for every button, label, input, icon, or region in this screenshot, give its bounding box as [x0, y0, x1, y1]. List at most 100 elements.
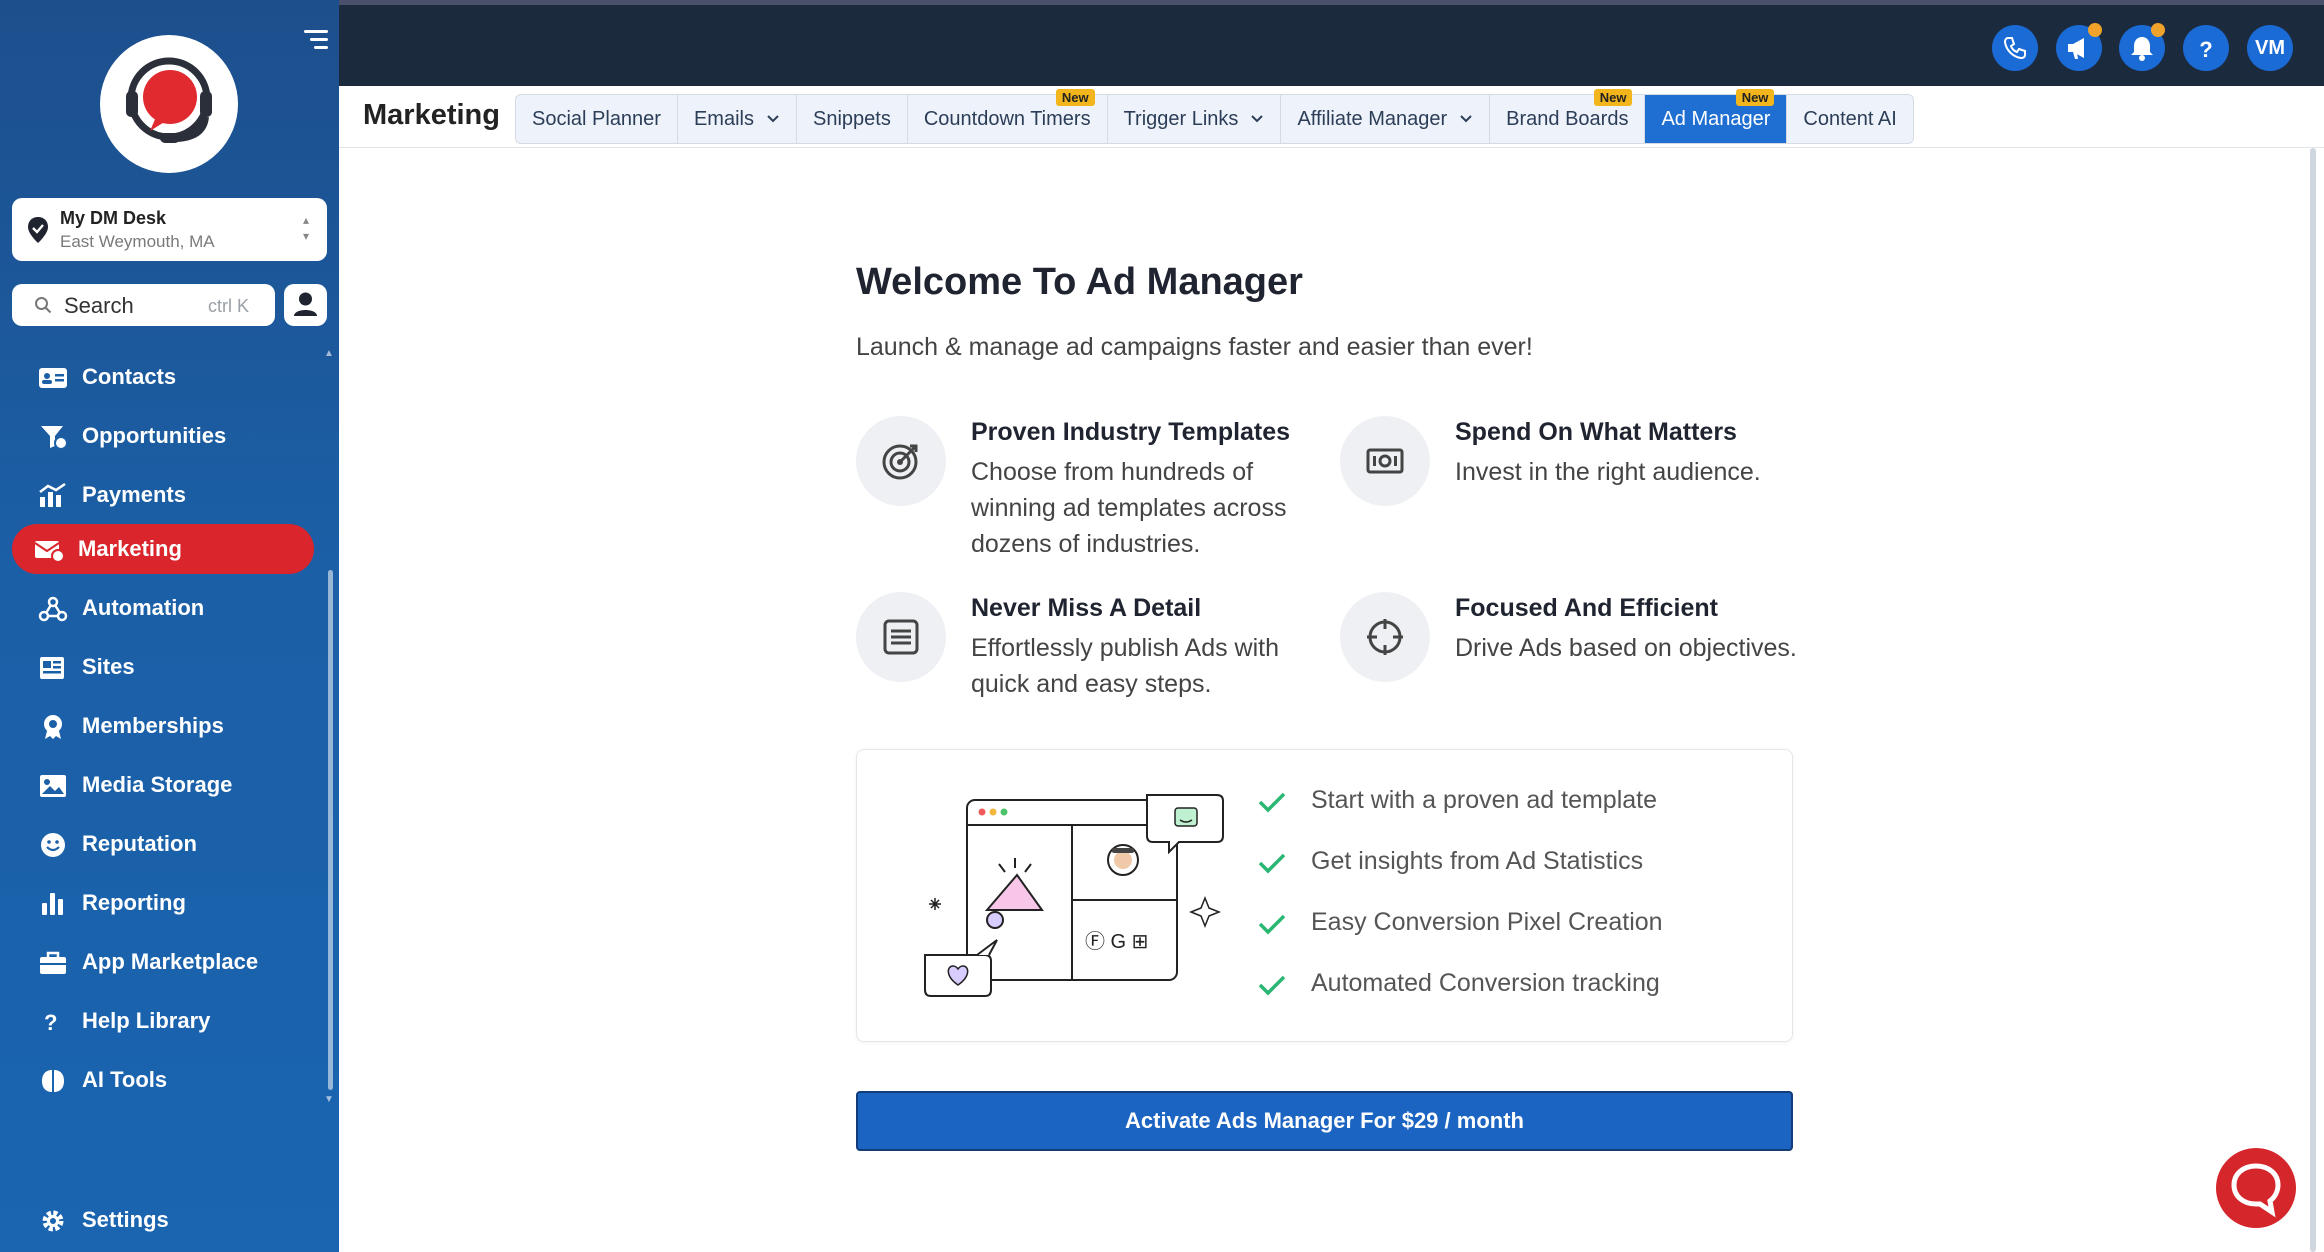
sidebar-item-settings[interactable]: Settings	[12, 1195, 314, 1245]
sidebar-item-contacts[interactable]: Contacts	[12, 352, 314, 402]
sidebar-item-label: Memberships	[82, 713, 224, 738]
sidebar-collapse-button[interactable]	[300, 30, 328, 56]
sidebar-item-ai-tools[interactable]: AI Tools	[12, 1055, 314, 1105]
notification-dot	[2151, 23, 2165, 37]
feature-title: Spend On What Matters	[1455, 418, 1737, 446]
help-icon: ?	[44, 1010, 57, 1035]
sidebar-item-label: Automation	[82, 595, 205, 620]
sidebar-item-opportunities[interactable]: Opportunities	[12, 411, 314, 461]
tab-social-planner[interactable]: Social Planner	[516, 95, 678, 143]
tab-trigger-links[interactable]: Trigger Links	[1108, 95, 1282, 143]
check-icon	[1258, 853, 1286, 874]
phone-button[interactable]	[1992, 25, 2038, 71]
profile-button[interactable]	[284, 284, 327, 326]
sidebar-item-label: Settings	[82, 1207, 169, 1232]
feature-icon-wrap	[856, 416, 946, 506]
app-marketplace-icon	[40, 951, 66, 974]
feature-icon-wrap	[856, 592, 946, 682]
sidebar-item-reporting[interactable]: Reporting	[12, 878, 314, 928]
scroll-down-arrow[interactable]: ▼	[324, 1094, 334, 1105]
sidebar-item-memberships[interactable]: Memberships	[12, 701, 314, 751]
sidebar-scrollbar[interactable]	[328, 570, 333, 1090]
help-icon: ?	[2199, 37, 2213, 62]
reputation-icon	[41, 833, 65, 857]
notifications-button[interactable]	[2119, 23, 2165, 71]
tab-label: Trigger Links	[1123, 107, 1239, 130]
media-storage-icon	[40, 775, 66, 797]
sidebar-item-label: App Marketplace	[82, 949, 259, 974]
main-content: Welcome To Ad Manager Launch & manage ad…	[339, 148, 2324, 1252]
chevron-down-icon	[767, 115, 779, 123]
new-badge: New	[1055, 89, 1095, 106]
chevron-down-icon	[1251, 115, 1264, 123]
tab-countdown-timers[interactable]: Countdown Timers New	[908, 89, 1108, 143]
money-icon	[1366, 448, 1404, 474]
chat-bubble-icon	[2231, 1163, 2281, 1218]
welcome-title: Welcome To Ad Manager	[856, 261, 1303, 303]
help-button[interactable]: ?	[2183, 25, 2229, 71]
tab-content-ai[interactable]: Content AI	[1787, 95, 1912, 143]
feature-icon-wrap	[1340, 592, 1430, 682]
feature-desc: Choose from hundreds of winning ad templ…	[971, 458, 1287, 558]
tab-affiliate-manager[interactable]: Affiliate Manager	[1281, 95, 1491, 143]
check-icon	[1258, 792, 1286, 813]
feature-desc: Invest in the right audience.	[1455, 458, 1761, 486]
sidebar-item-automation[interactable]: Automation	[12, 583, 314, 633]
search-input[interactable]: Search ctrl K	[12, 284, 275, 326]
sidebar-item-label: Help Library	[82, 1008, 211, 1033]
sidebar-item-label: Reporting	[82, 890, 186, 915]
tab-snippets[interactable]: Snippets	[797, 95, 908, 143]
tab-label: Ad Manager	[1661, 107, 1771, 130]
headset-logo-icon	[126, 57, 212, 143]
contacts-icon	[39, 368, 67, 388]
user-icon	[294, 292, 317, 316]
welcome-subtitle: Launch & manage ad campaigns faster and …	[856, 333, 1533, 361]
payments-icon	[39, 483, 66, 507]
announcements-button[interactable]	[2056, 23, 2102, 71]
gear-icon	[42, 1210, 64, 1232]
crosshair-icon	[1367, 619, 1403, 655]
app-logo[interactable]	[100, 35, 238, 173]
tab-brand-boards[interactable]: Brand Boards New	[1490, 89, 1646, 143]
sidebar-item-sites[interactable]: Sites	[12, 642, 314, 692]
tab-ad-manager[interactable]: Ad Manager New	[1645, 89, 1788, 143]
feature-title: Never Miss A Detail	[971, 594, 1202, 622]
sidebar-item-payments[interactable]: Payments	[12, 470, 314, 520]
location-switcher[interactable]: My DM Desk East Weymouth, MA ▴ ▾	[12, 198, 327, 261]
sidebar-item-label: Contacts	[82, 364, 177, 389]
ai-tools-icon	[42, 1070, 64, 1092]
top-bar: ? VM	[339, 0, 2324, 86]
feature-desc: Drive Ads based on objectives.	[1455, 634, 1797, 662]
check-icon	[1258, 914, 1286, 935]
sidebar-item-reputation[interactable]: Reputation	[12, 819, 314, 869]
ad-illustration-icon: Ⓕ G ⊞	[924, 794, 1224, 997]
main-scrollbar[interactable]	[2310, 148, 2316, 1252]
search-shortcut: ctrl K	[207, 296, 249, 316]
feature-title: Focused And Efficient	[1455, 594, 1718, 622]
notification-dot	[2088, 23, 2102, 37]
sidebar-item-media-storage[interactable]: Media Storage	[12, 760, 314, 810]
sidebar-item-marketing[interactable]: Marketing	[12, 524, 314, 574]
sidebar-item-label: Media Storage	[82, 772, 233, 797]
chat-widget-button[interactable]	[2216, 1148, 2296, 1228]
avatar[interactable]: VM	[2247, 25, 2293, 71]
tab-label: Snippets	[812, 107, 891, 130]
avatar-initials: VM	[2255, 37, 2285, 59]
sidebar-item-help-library[interactable]: ? Help Library	[12, 996, 314, 1046]
memberships-icon	[44, 715, 62, 739]
activate-ads-manager-button[interactable]: Activate Ads Manager For $29 / month	[856, 1091, 1793, 1151]
sidebar-item-label: Sites	[82, 654, 135, 679]
tab-emails[interactable]: Emails	[678, 95, 797, 143]
sidebar-item-app-marketplace[interactable]: App Marketplace	[12, 937, 314, 987]
location-pin-icon	[28, 217, 48, 243]
check-text: Automated Conversion tracking	[1311, 969, 1660, 997]
list-icon	[883, 619, 919, 655]
tab-label: Brand Boards	[1506, 107, 1629, 130]
automation-icon	[38, 596, 68, 622]
phone-icon	[2003, 37, 2026, 60]
tab-label: Social Planner	[532, 107, 661, 130]
sidebar-item-label: Opportunities	[82, 423, 227, 448]
scroll-up-arrow[interactable]: ▲	[324, 348, 334, 359]
section-header: Marketing Social Planner Emails Snippets…	[339, 86, 2324, 148]
marketing-icon	[34, 541, 64, 563]
